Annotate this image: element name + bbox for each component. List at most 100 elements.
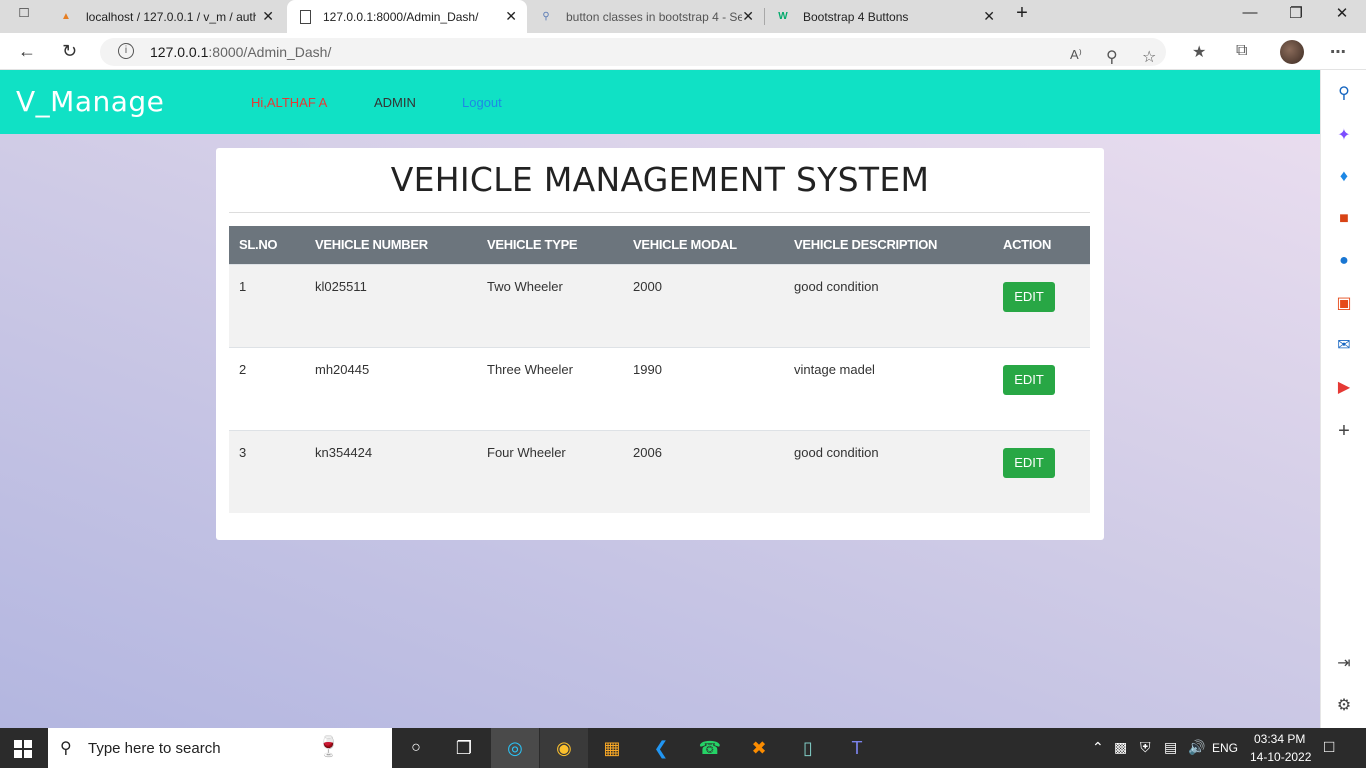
table-row: 2 mh20445 Three Wheeler 1990 vintage mad… [229, 346, 1090, 430]
clock-date[interactable]: 14-10-2022 [1250, 750, 1311, 764]
column-header-vehicle-description: VEHICLE DESCRIPTION [784, 226, 993, 264]
table-row: 3 kn354424 Four Wheeler 2006 good condit… [229, 429, 1090, 513]
refresh-icon[interactable]: ↻ [62, 41, 77, 62]
volume-icon[interactable]: 🔊 [1188, 739, 1205, 756]
chrome-icon[interactable]: ◉ [550, 734, 578, 762]
xampp-icon[interactable]: ✖ [745, 734, 773, 762]
admin-link[interactable]: ADMIN [374, 95, 416, 110]
teams-icon[interactable]: T [843, 734, 871, 762]
close-window-icon[interactable]: ✕ [1322, 4, 1362, 22]
cell-action: EDIT [993, 429, 1090, 513]
zoom-out-icon[interactable]: ⚲ [1106, 47, 1118, 67]
taskbar-search-placeholder: Type here to search [88, 740, 221, 757]
cell-slno: 1 [229, 263, 305, 347]
search-icon: ⚲ [60, 740, 72, 757]
taskbar-search-box[interactable]: ⚲ Type here to search 🍷 [48, 728, 392, 768]
collections-icon[interactable]: ⧉ [1236, 42, 1247, 60]
vscode-icon[interactable]: ❮ [647, 734, 675, 762]
user-greeting: Hi,ALTHAF A [251, 95, 328, 110]
office-icon[interactable]: ▣ [1333, 292, 1355, 314]
language-indicator[interactable]: ENG [1212, 741, 1238, 755]
minimize-icon[interactable]: — [1230, 4, 1270, 21]
cortana-icon[interactable]: ○ [402, 734, 430, 762]
cell-action: EDIT [993, 346, 1090, 430]
url-text[interactable]: 127.0.0.1:8000/Admin_Dash/ [150, 44, 331, 60]
browser-tab-bar: □ ▲ localhost / 127.0.0.1 / v_m / auth ✕… [0, 0, 1366, 33]
add-favorite-icon[interactable]: ☆ [1142, 47, 1156, 67]
column-header-vehicle-modal: VEHICLE MODAL [623, 226, 784, 264]
edit-button[interactable]: EDIT [1003, 281, 1055, 312]
profile-avatar[interactable] [1280, 40, 1304, 64]
table-header-row: SL.NO VEHICLE NUMBER VEHICLE TYPE VEHICL… [229, 226, 1090, 264]
page-content: V_Manage Hi,ALTHAF A ADMIN Logout VEHICL… [0, 70, 1320, 728]
column-header-vehicle-type: VEHICLE TYPE [477, 226, 623, 264]
file-explorer-icon[interactable]: ▦ [598, 734, 626, 762]
search-icon[interactable]: ⚲ [1333, 82, 1355, 104]
table-row: 1 kl025511 Two Wheeler 2000 good conditi… [229, 263, 1090, 347]
cell-action: EDIT [993, 263, 1090, 347]
add-icon[interactable]: + [1333, 420, 1355, 442]
tab-admin-dash[interactable]: 127.0.0.1:8000/Admin_Dash/ ✕ [287, 0, 527, 33]
task-view-icon[interactable]: ❐ [450, 734, 478, 762]
shopping-tag-icon[interactable]: ♦ [1333, 166, 1355, 188]
tab-title: Bootstrap 4 Buttons [803, 9, 909, 24]
browser-sidebar: ⚲ ✦ ♦ ■ ● ▣ ✉ ▶ + ⇥ ⚙ [1320, 70, 1366, 728]
windows-taskbar: ⚲ Type here to search 🍷 ○ ❐ ◎ ◉ ▦ ❮ ☎ ✖ … [0, 728, 1366, 768]
divider [229, 212, 1090, 213]
back-icon[interactable]: ← [18, 41, 36, 62]
column-header-vehicle-number: VEHICLE NUMBER [305, 226, 477, 264]
cell-slno: 3 [229, 429, 305, 513]
brand-logo[interactable]: V_Manage [16, 85, 164, 118]
outlook-icon[interactable]: ✉ [1333, 334, 1355, 356]
address-bar: ← ↻ i 127.0.0.1:8000/Admin_Dash/ A⁾ ⚲ ☆ … [0, 33, 1366, 70]
tools-icon[interactable]: ■ [1333, 208, 1355, 230]
cell-vehicle-description: good condition [784, 263, 993, 347]
restore-icon[interactable]: ❐ [1276, 4, 1316, 22]
youtube-icon[interactable]: ▶ [1333, 376, 1355, 398]
defender-icon[interactable]: ⛨ [1140, 739, 1151, 756]
vehicle-card: VEHICLE MANAGEMENT SYSTEM SL.NO VEHICLE … [216, 148, 1104, 540]
search-icon: ⚲ [542, 11, 550, 22]
more-options-icon[interactable]: ⋯ [1330, 42, 1346, 62]
tab-google-search[interactable]: ⚲ button classes in bootstrap 4 - Se ✕ [528, 0, 764, 33]
cell-vehicle-description: good condition [784, 429, 993, 513]
diwali-lamp-icon: 🍷 [316, 736, 341, 758]
tab-phpmyadmin[interactable]: ▲ localhost / 127.0.0.1 / v_m / auth ✕ [48, 0, 284, 33]
copilot-icon[interactable]: ✦ [1333, 124, 1355, 146]
clock-time[interactable]: 03:34 PM [1254, 732, 1305, 746]
read-aloud-icon[interactable]: A⁾ [1070, 47, 1082, 63]
cell-vehicle-number: mh20445 [305, 346, 477, 430]
app-icon[interactable]: ▯ [794, 734, 822, 762]
column-header-action: ACTION [993, 226, 1090, 264]
whatsapp-icon[interactable]: ☎ [696, 734, 724, 762]
close-icon[interactable]: ✕ [262, 8, 274, 25]
cell-vehicle-modal: 1990 [623, 346, 784, 430]
close-icon[interactable]: ✕ [742, 8, 754, 25]
new-tab-icon[interactable]: + [1002, 2, 1042, 25]
edit-button[interactable]: EDIT [1003, 447, 1055, 478]
cell-vehicle-type: Two Wheeler [477, 263, 623, 347]
games-icon[interactable]: ● [1333, 250, 1355, 272]
tray-app-icon[interactable]: ▩ [1114, 739, 1127, 756]
tab-title: localhost / 127.0.0.1 / v_m / auth [86, 9, 256, 24]
edit-button[interactable]: EDIT [1003, 364, 1055, 395]
close-icon[interactable]: ✕ [505, 8, 517, 25]
info-icon[interactable]: i [118, 43, 134, 59]
cell-vehicle-description: vintage madel [784, 346, 993, 430]
tab-w3schools[interactable]: W Bootstrap 4 Buttons ✕ [765, 0, 1005, 33]
favorites-icon[interactable]: ★ [1192, 42, 1206, 62]
url-field[interactable]: i 127.0.0.1:8000/Admin_Dash/ A⁾ ⚲ ☆ [100, 38, 1166, 66]
logout-link[interactable]: Logout [462, 95, 502, 110]
close-icon[interactable]: ✕ [983, 8, 995, 25]
settings-gear-icon[interactable]: ⚙ [1333, 694, 1355, 716]
edge-icon[interactable]: ◎ [501, 734, 529, 762]
cell-slno: 2 [229, 346, 305, 430]
hide-sidebar-icon[interactable]: ⇥ [1333, 652, 1355, 674]
network-icon[interactable]: ▤ [1164, 739, 1177, 756]
cell-vehicle-modal: 2000 [623, 263, 784, 347]
notification-icon[interactable]: □ [1324, 737, 1334, 757]
tray-chevron-icon[interactable]: ⌃ [1092, 739, 1104, 756]
windows-start-icon[interactable] [14, 740, 32, 758]
tab-actions-icon[interactable]: □ [4, 4, 44, 21]
cell-vehicle-type: Three Wheeler [477, 346, 623, 430]
